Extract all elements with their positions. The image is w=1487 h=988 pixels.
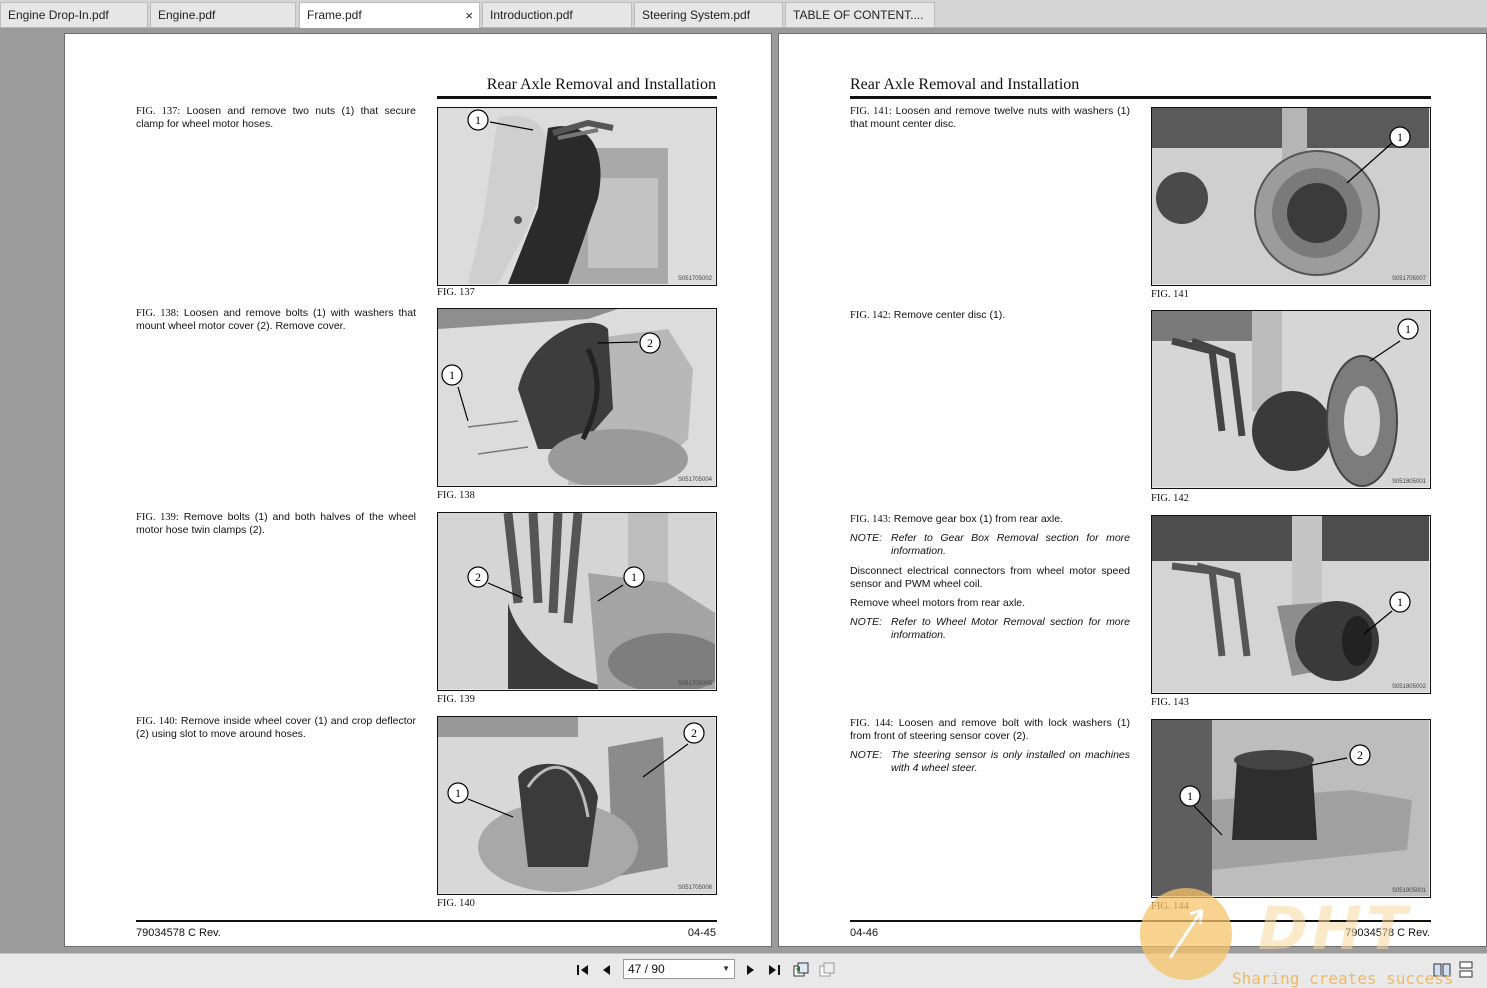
figure-138-image: 1 2 S051705004	[437, 308, 717, 487]
figure-caption: FIG. 138	[437, 490, 475, 501]
tab-frame[interactable]: Frame.pdf ×	[299, 2, 480, 28]
prev-page-icon[interactable]	[597, 960, 617, 980]
next-page-icon[interactable]	[740, 960, 760, 980]
tab-steering-system[interactable]: Steering System.pdf	[634, 2, 783, 27]
wheel-cover-crop-deflector-illustration: 1 2	[438, 717, 715, 893]
tab-bar: Engine Drop-In.pdf Engine.pdf Frame.pdf ×…	[0, 0, 1487, 28]
previous-view-icon[interactable]	[791, 960, 811, 980]
callout-1: 1	[1397, 595, 1403, 609]
gear-box-removal-illustration: 1	[1152, 516, 1429, 692]
figure-caption: FIG. 144	[1151, 901, 1189, 912]
wheel-motor-hose-clamp-illustration: 1	[438, 108, 715, 284]
footer-rule	[850, 920, 1431, 922]
figure-141-image: 1 S051705007	[1151, 107, 1431, 286]
step-fig-143: FIG. 143: Remove gear box (1) from rear …	[850, 513, 1063, 525]
two-page-view-icon[interactable]	[1432, 960, 1452, 980]
page-number: 04-46	[850, 927, 879, 939]
image-code: S051705007	[1391, 276, 1426, 282]
chevron-down-icon: ▼	[722, 964, 730, 973]
note-gear-box: NOTE: Refer to Gear Box Removal section …	[850, 532, 1130, 557]
step-remove-wheel-motors: Remove wheel motors from rear axle.	[850, 597, 1026, 609]
title-rule	[437, 96, 717, 99]
figure-140-image: 1 2 S051705006	[437, 716, 717, 895]
hose-twin-clamps-illustration: 2 1	[438, 513, 715, 689]
step-fig-138: FIG. 138: Loosen and remove bolts (1) wi…	[136, 307, 416, 332]
tab-label: Engine.pdf	[158, 8, 216, 22]
figure-caption: FIG. 139	[437, 694, 475, 705]
doc-number: 79034578 C Rev.	[136, 927, 221, 939]
page-04-46: Rear Axle Removal and Installation FIG. …	[778, 33, 1487, 947]
tab-engine[interactable]: Engine.pdf	[150, 2, 296, 27]
navigation-toolbar: 47 / 90 ▼	[0, 953, 1487, 988]
title-rule	[850, 96, 1431, 99]
callout-2: 2	[475, 570, 481, 584]
figure-caption: FIG. 141	[1151, 289, 1189, 300]
page-number-select[interactable]: 47 / 90 ▼	[623, 959, 735, 979]
callout-1: 1	[1397, 130, 1403, 144]
tab-table-of-content[interactable]: TABLE OF CONTENT....	[785, 2, 935, 27]
image-code: S051805001	[1391, 479, 1426, 485]
image-code: S051905001	[1391, 888, 1426, 894]
image-code: S051805002	[1391, 684, 1426, 690]
callout-1: 1	[1405, 322, 1411, 336]
callout-1: 1	[1187, 789, 1193, 803]
page-04-45: Rear Axle Removal and Installation FIG. …	[64, 33, 772, 947]
tab-engine-drop-in[interactable]: Engine Drop-In.pdf	[0, 2, 148, 27]
figure-caption: FIG. 140	[437, 898, 475, 909]
figure-caption: FIG. 143	[1151, 697, 1189, 708]
doc-number: 79034578 C Rev.	[1345, 927, 1430, 939]
step-disconnect-connectors: Disconnect electrical connectors from wh…	[850, 565, 1130, 590]
callout-1: 1	[631, 570, 637, 584]
page-number-value: 47 / 90	[628, 962, 665, 976]
tab-label: TABLE OF CONTENT....	[793, 8, 924, 22]
figure-144-image: 2 1 S051905001	[1151, 719, 1431, 898]
page-number: 04-45	[687, 927, 716, 939]
last-page-icon[interactable]	[764, 960, 784, 980]
next-view-icon[interactable]	[817, 960, 837, 980]
figure-143-image: 1 S051805002	[1151, 515, 1431, 694]
callout-1: 1	[449, 368, 455, 382]
note-wheel-motor: NOTE: Refer to Wheel Motor Removal secti…	[850, 616, 1130, 641]
step-fig-141: FIG. 141: Loosen and remove twelve nuts …	[850, 105, 1130, 130]
note-steering-sensor: NOTE: The steering sensor is only instal…	[850, 749, 1130, 774]
step-fig-142: FIG. 142: Remove center disc (1).	[850, 309, 1006, 321]
page-title: Rear Axle Removal and Installation	[486, 76, 716, 93]
steering-sensor-cover-illustration: 2 1	[1152, 720, 1429, 896]
image-code: S051705004	[677, 477, 712, 483]
close-tab-icon[interactable]: ×	[465, 3, 473, 28]
callout-2: 2	[647, 336, 653, 350]
figure-caption: FIG. 142	[1151, 493, 1189, 504]
image-code: S051705005	[677, 681, 712, 687]
callout-2: 2	[1357, 748, 1363, 762]
first-page-icon[interactable]	[573, 960, 593, 980]
center-disc-nuts-illustration: 1	[1152, 108, 1429, 284]
footer-rule	[136, 920, 717, 922]
callout-1: 1	[475, 113, 481, 127]
tab-label: Engine Drop-In.pdf	[8, 8, 109, 22]
tab-introduction[interactable]: Introduction.pdf	[482, 2, 632, 27]
step-fig-140: FIG. 140: Remove inside wheel cover (1) …	[136, 715, 416, 740]
figure-142-image: 1 S051805001	[1151, 310, 1431, 489]
continuous-view-icon[interactable]	[1456, 960, 1476, 980]
tab-label: Introduction.pdf	[490, 8, 573, 22]
image-code: S051705006	[677, 885, 712, 891]
step-fig-139: FIG. 139: Remove bolts (1) and both halv…	[136, 511, 416, 536]
step-fig-144: FIG. 144: Loosen and remove bolt with lo…	[850, 717, 1130, 742]
tab-label: Frame.pdf	[307, 8, 362, 22]
figure-139-image: 2 1 S051705005	[437, 512, 717, 691]
callout-1: 1	[455, 786, 461, 800]
callout-2: 2	[691, 726, 697, 740]
center-disc-removed-illustration: 1	[1152, 311, 1429, 487]
tab-label: Steering System.pdf	[642, 8, 751, 22]
figure-caption: FIG. 137	[437, 287, 475, 298]
step-fig-137: FIG. 137: Loosen and remove two nuts (1)…	[136, 105, 416, 130]
document-viewer[interactable]: Rear Axle Removal and Installation FIG. …	[0, 28, 1487, 953]
image-code: S051705002	[677, 276, 712, 282]
figure-137-image: 1 S051705002	[437, 107, 717, 286]
page-title: Rear Axle Removal and Installation	[850, 76, 1080, 93]
wheel-motor-cover-illustration: 1 2	[438, 309, 715, 485]
